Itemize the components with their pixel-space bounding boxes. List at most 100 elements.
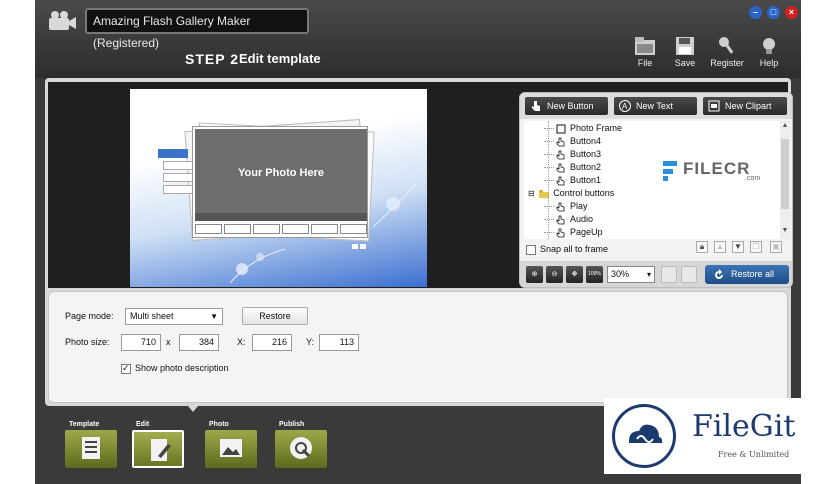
thumbnail[interactable] — [311, 224, 338, 234]
page-mode-value: Multi sheet — [130, 311, 174, 321]
page-mode-select[interactable]: Multi sheet ▼ — [125, 308, 223, 325]
photo-x-input[interactable]: 216 — [252, 334, 292, 351]
new-button-button[interactable]: New Button — [525, 97, 608, 115]
pan-icon[interactable]: ✥ — [566, 266, 583, 283]
thumbnail[interactable] — [224, 224, 251, 234]
tree-node-label: Photo Frame — [570, 123, 623, 133]
preview-button-4[interactable] — [158, 149, 188, 158]
nav-template-label: Template — [69, 421, 100, 428]
close-button[interactable]: × — [785, 6, 798, 19]
minimize-button[interactable]: – — [749, 6, 762, 19]
preview-button-3[interactable] — [163, 161, 193, 170]
preview-nav-arrows[interactable] — [352, 244, 366, 249]
tree-scrollbar[interactable]: ▲ ▼ — [780, 121, 790, 239]
undo-icon[interactable] — [661, 266, 677, 283]
key-icon — [719, 37, 734, 54]
show-photo-description-checkbox[interactable]: Show photo description — [121, 363, 229, 374]
zoom-out-icon[interactable]: ⊖ — [546, 266, 563, 283]
tree-node-button1[interactable]: Button1 — [544, 174, 601, 187]
tree-node-label: Control buttons — [553, 188, 615, 198]
photo-width-input[interactable]: 710 — [121, 334, 161, 351]
scroll-up-icon[interactable]: ▲ — [781, 122, 789, 129]
checkbox-box[interactable] — [121, 363, 131, 374]
tree-node-audio[interactable]: Audio — [544, 213, 593, 226]
thumbnail[interactable] — [282, 224, 309, 234]
zoom-select[interactable]: 30% ▾ — [607, 266, 655, 283]
move-down-icon[interactable]: ▼ — [732, 241, 744, 253]
frame-icon — [556, 124, 566, 134]
tree-node-photo-frame[interactable]: Photo Frame — [544, 122, 623, 135]
nav-edit-box[interactable] — [132, 430, 184, 468]
lightbulb-icon — [763, 38, 775, 54]
photo-height-input[interactable]: 384 — [179, 334, 219, 351]
publish-disc-icon — [290, 437, 312, 459]
preview-button-2[interactable] — [163, 173, 193, 182]
checkbox-box[interactable] — [526, 244, 536, 255]
tree-node-control-buttons[interactable]: ⊟ Control buttons — [528, 187, 614, 200]
register-button[interactable]: Register — [709, 36, 745, 72]
new-clipart-label: New Clipart — [725, 101, 772, 111]
scroll-thumb[interactable] — [781, 139, 789, 209]
nav-photo-box[interactable] — [205, 430, 257, 468]
tree-guide-line — [548, 121, 549, 239]
new-clipart-button[interactable]: New Clipart — [703, 97, 787, 115]
tree-node-label: Button4 — [570, 136, 602, 146]
document-list-icon — [82, 437, 100, 459]
page-mode-label: Page mode: — [65, 311, 114, 321]
filegit-sub: Free & Unlimited — [718, 450, 790, 459]
nav-template[interactable]: Template — [65, 418, 125, 472]
hand-cursor-icon — [556, 202, 565, 212]
help-button[interactable]: Help — [751, 36, 787, 72]
photo-frame[interactable]: Your Photo Here — [192, 126, 368, 238]
restore-button[interactable]: Restore — [242, 307, 308, 325]
hand-cursor-icon — [556, 137, 565, 147]
tree-node-button2[interactable]: Button2 — [544, 161, 602, 174]
redo-icon[interactable] — [681, 266, 697, 283]
nav-photo[interactable]: Photo — [205, 418, 265, 472]
photo-y-input[interactable]: 113 — [319, 334, 359, 351]
thumbnail[interactable] — [340, 224, 367, 234]
template-preview[interactable]: Your Photo Here — [130, 89, 427, 287]
nav-template-box[interactable] — [65, 430, 117, 468]
preview-button-1[interactable] — [163, 185, 193, 194]
tree-node-play[interactable]: Play — [544, 200, 588, 213]
hand-cursor-icon — [556, 150, 565, 160]
thumbnail-strip — [195, 224, 367, 234]
snap-all-to-frame-checkbox[interactable]: Snap all to frame — [526, 244, 608, 255]
photo-size-label: Photo size: — [65, 337, 110, 347]
times-sign: x — [166, 337, 171, 347]
zoom-100-button[interactable]: 100% — [586, 266, 603, 283]
zoom-in-icon[interactable]: ⊕ — [526, 266, 543, 283]
register-label: Register — [710, 58, 744, 68]
nav-publish-label: Publish — [279, 421, 305, 428]
tree-node-label: PageUp — [570, 227, 603, 237]
restore-all-button[interactable]: Restore all — [705, 265, 789, 284]
move-up-icon[interactable]: ▲ — [714, 241, 726, 253]
step-number: STEP 2 — [185, 51, 239, 67]
chevron-down-icon: ▼ — [210, 312, 218, 321]
lock-icon[interactable]: 🔒︎ — [696, 241, 708, 253]
tree-node-pageup[interactable]: PageUp — [544, 226, 603, 239]
maximize-button[interactable]: □ — [767, 6, 780, 19]
nav-photo-label: Photo — [209, 421, 229, 428]
delete-icon[interactable]: ▣ — [770, 241, 782, 253]
scroll-down-icon[interactable]: ▼ — [781, 227, 789, 234]
file-button[interactable]: File — [627, 36, 663, 72]
nav-edit[interactable]: Edit — [132, 418, 192, 472]
nav-publish-box[interactable] — [275, 430, 327, 468]
active-step-pointer — [188, 406, 198, 412]
flower-decoration-icon — [230, 248, 286, 284]
copy-icon[interactable]: ❐ — [750, 241, 762, 253]
thumbnail[interactable] — [195, 224, 222, 234]
thumbnail[interactable] — [253, 224, 280, 234]
new-text-button[interactable]: A New Text — [614, 97, 697, 115]
restore-icon — [715, 269, 723, 279]
folder-icon — [635, 37, 655, 55]
save-button[interactable]: Save — [667, 36, 703, 72]
tree-node-label: Button2 — [570, 162, 602, 172]
filecr-text: FILECR — [683, 159, 751, 178]
tree-node-button4[interactable]: Button4 — [544, 135, 602, 148]
window-title: Amazing Flash Gallery Maker (Registered) — [85, 8, 309, 50]
nav-publish[interactable]: Publish — [275, 418, 335, 472]
tree-node-button3[interactable]: Button3 — [544, 148, 601, 161]
